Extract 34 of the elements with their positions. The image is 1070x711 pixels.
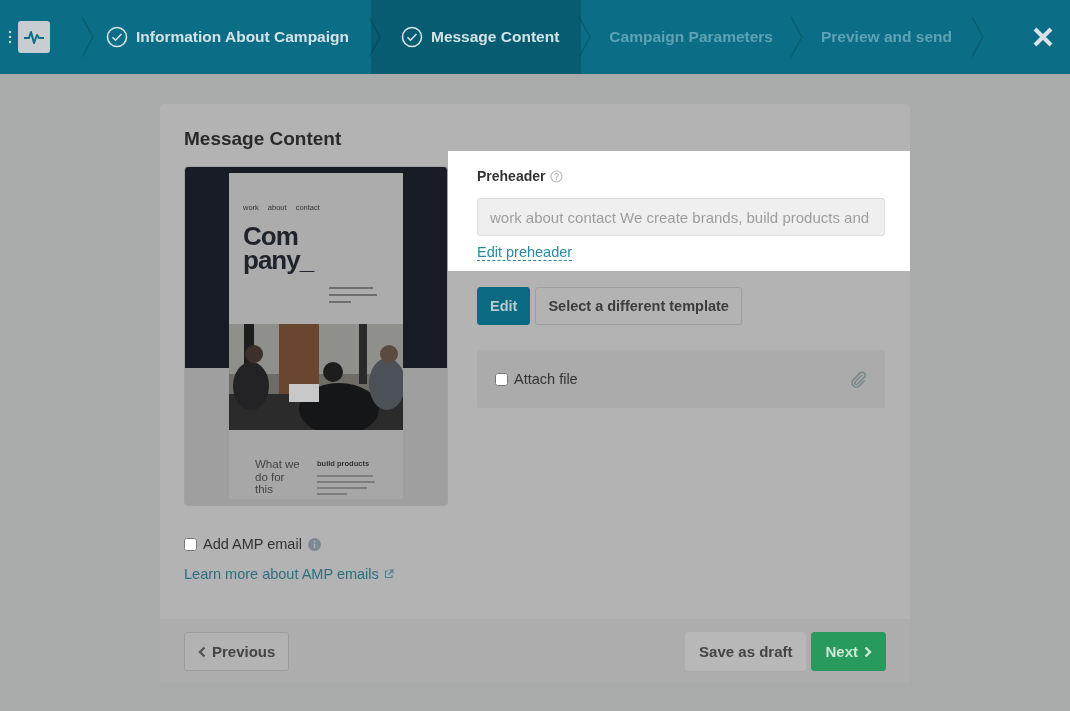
wizard-step[interactable]: Message Content	[370, 0, 582, 74]
text-lines-drawing	[317, 473, 377, 495]
field-label: Preheader	[477, 168, 546, 184]
edit-preheader-link[interactable]: Edit preheader	[477, 244, 573, 261]
check-circle-icon	[106, 26, 128, 48]
section-title: Message Content	[184, 128, 343, 150]
chevron-left-icon	[198, 645, 206, 658]
drag-handle-icon	[8, 30, 12, 44]
pulse-icon	[23, 29, 45, 45]
preheader-field[interactable]: work about contact We create brands, build products and	[477, 198, 885, 236]
learn-more-link[interactable]: Learn more about AMP emails	[184, 566, 394, 582]
check-circle-icon	[400, 26, 423, 48]
wizard-step[interactable]: Preview and send	[793, 0, 972, 74]
edit-button[interactable]: Edit	[477, 287, 531, 325]
save-draft-button[interactable]: Save as draft	[685, 632, 807, 671]
checkbox[interactable]	[495, 372, 508, 386]
help-icon	[550, 169, 564, 183]
external-link-icon	[383, 569, 394, 579]
info-icon	[307, 537, 321, 551]
wizard-step[interactable]: Campaign Parameters	[581, 0, 793, 74]
template-heading: What we do for this	[255, 458, 301, 497]
previous-button[interactable]: Previous	[184, 632, 290, 671]
paperclip-icon	[849, 370, 867, 388]
wizard-step[interactable]: Information About Campaign	[84, 0, 371, 74]
select-template-button[interactable]: Select a different template	[535, 287, 742, 325]
checkbox[interactable]	[184, 537, 197, 551]
checkbox-label: Add AMP email	[203, 536, 302, 552]
text-lines-drawing	[329, 286, 377, 306]
logo[interactable]	[18, 21, 50, 53]
template-headline: Com pany_	[242, 220, 315, 272]
next-button[interactable]: Next	[811, 632, 886, 671]
close-icon	[1032, 26, 1054, 48]
checkbox-label: Attach file	[514, 371, 578, 387]
chevron-right-icon	[864, 645, 872, 658]
